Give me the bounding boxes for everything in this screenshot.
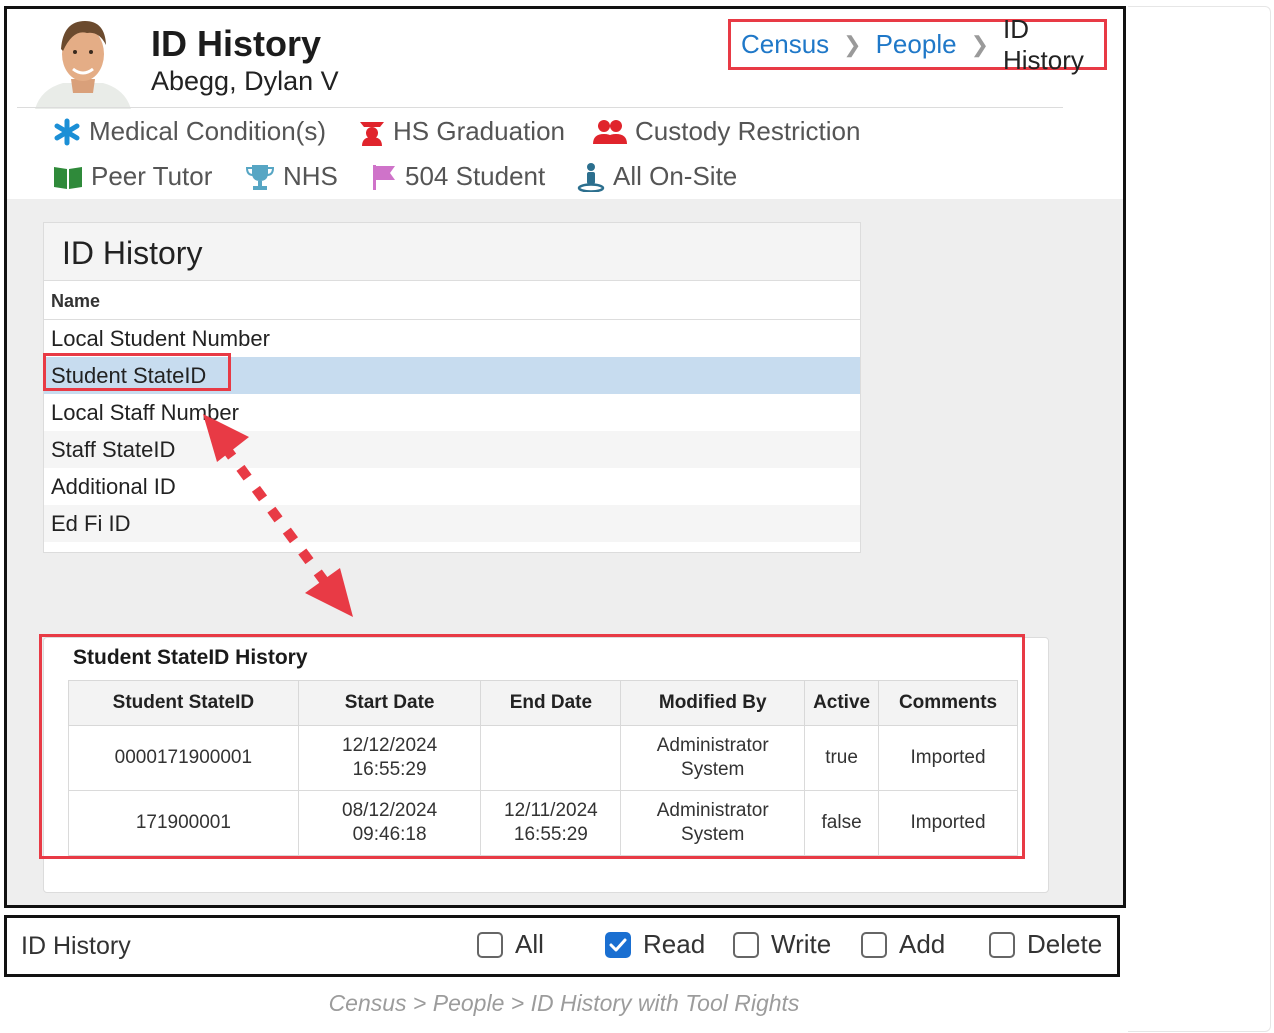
cell-stateid: 0000171900001 xyxy=(68,725,299,791)
checkbox-all[interactable]: All xyxy=(477,929,544,960)
cell-stateid: 171900001 xyxy=(68,790,299,856)
cell-modified-by: Administrator System xyxy=(620,790,806,856)
checkbox-box[interactable] xyxy=(861,931,887,958)
checkbox-delete[interactable]: Delete xyxy=(989,929,1102,960)
cell-end-date xyxy=(480,725,622,791)
th-comments[interactable]: Comments xyxy=(878,680,1018,726)
checkbox-write[interactable]: Write xyxy=(733,929,831,960)
checkbox-read-label: Read xyxy=(643,929,706,959)
cell-start-date: 08/12/2024 09:46:18 xyxy=(297,790,482,856)
cell-comments: Imported xyxy=(878,790,1018,856)
checkbox-box[interactable] xyxy=(477,931,503,958)
table-header-row: Student StateID Start Date End Date Modi… xyxy=(68,680,1018,726)
history-table: Student StateID Start Date End Date Modi… xyxy=(68,680,1018,856)
checkmark-icon[interactable] xyxy=(605,931,631,958)
th-active[interactable]: Active xyxy=(804,680,880,726)
checkbox-read[interactable]: Read xyxy=(605,929,705,960)
th-end-date[interactable]: End Date xyxy=(480,680,622,726)
th-modified-by[interactable]: Modified By xyxy=(620,680,806,726)
th-student-stateid[interactable]: Student StateID xyxy=(68,680,299,726)
id-history-screen: ID History Abegg, Dylan V Census ❯ Peopl… xyxy=(4,6,1126,908)
table-row[interactable]: 0000171900001 12/12/2024 16:55:29 Adminis… xyxy=(68,725,1018,791)
cell-active: false xyxy=(804,790,880,856)
checkbox-all-label: All xyxy=(515,929,544,959)
cell-comments: Imported xyxy=(878,725,1018,791)
checkbox-delete-label: Delete xyxy=(1027,929,1103,959)
history-title: Student StateID History xyxy=(73,646,308,669)
table-row[interactable]: 171900001 08/12/2024 09:46:18 12/11/2024 1… xyxy=(68,790,1018,856)
page-card-edge xyxy=(1128,6,1271,1032)
checkbox-box[interactable] xyxy=(989,931,1015,958)
tool-rights-label: ID History xyxy=(21,932,131,960)
tool-rights-bar: ID History All Read Write Add Delete xyxy=(4,915,1120,977)
cell-active: true xyxy=(804,725,880,791)
cell-end-date: 12/11/2024 16:55:29 xyxy=(480,790,622,856)
th-start-date[interactable]: Start Date xyxy=(297,680,482,726)
checkbox-write-label: Write xyxy=(771,929,832,959)
figure-caption: Census > People > ID History with Tool R… xyxy=(328,990,800,1016)
checkbox-add-label: Add xyxy=(899,929,946,959)
checkbox-box[interactable] xyxy=(733,931,759,958)
checkbox-add[interactable]: Add xyxy=(861,929,945,960)
cell-start-date: 12/12/2024 16:55:29 xyxy=(297,725,482,791)
cell-modified-by: Administrator System xyxy=(620,725,806,791)
